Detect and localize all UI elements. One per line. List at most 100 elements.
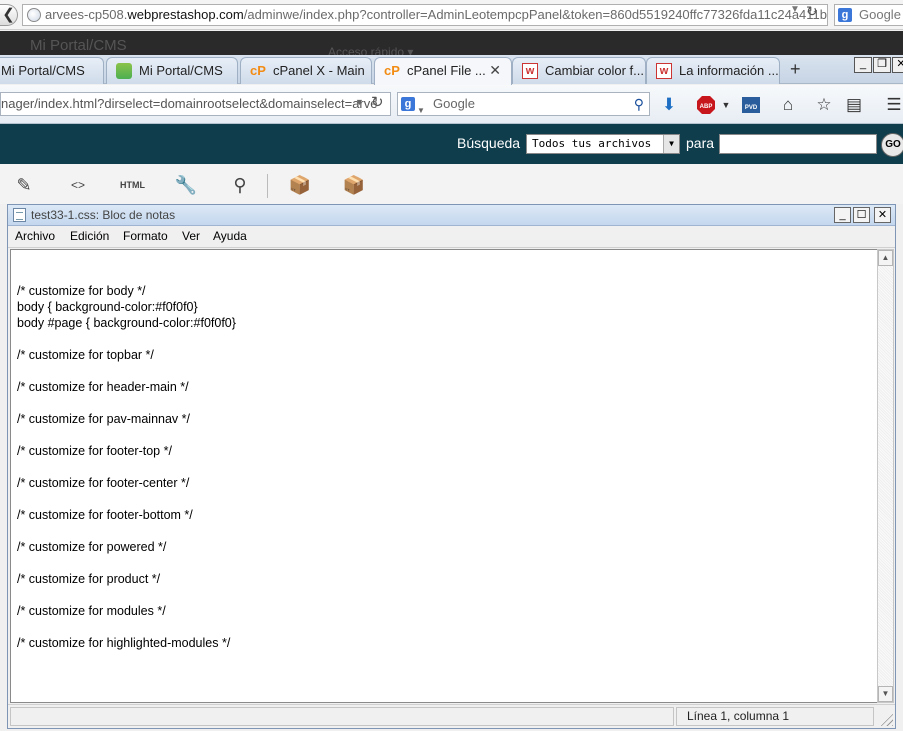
menu-ver[interactable]: Ver: [182, 229, 200, 243]
address-text: nager/index.html?dirselect=domainrootsel…: [1, 96, 378, 111]
text-line: [17, 459, 236, 475]
adblock-dropdown-icon[interactable]: ▼: [716, 95, 736, 115]
menu-edicion[interactable]: Edición: [70, 229, 109, 243]
outer-url-field[interactable]: arvees-cp508.webprestashop.com/adminwe/i…: [22, 4, 828, 26]
tab-mi-portal-2[interactable]: Mi Portal/CMS: [106, 57, 238, 84]
cursor-position: Línea 1, columna 1: [676, 707, 874, 726]
permissions-icon[interactable]: 🔧: [174, 173, 198, 197]
compress-icon[interactable]: 📦: [342, 173, 366, 197]
text-line: /* customize for body */: [17, 284, 146, 298]
text-line: [17, 555, 236, 571]
text-line: [17, 427, 236, 443]
outer-browser-urlbar: ❮ arvees-cp508.webprestashop.com/adminwe…: [0, 0, 903, 30]
outer-search-field[interactable]: g Google: [834, 4, 903, 26]
file-manager-toolbar: ✎ <> HTML 🔧 ⚲ 📦 📦: [0, 164, 903, 204]
new-tab-button[interactable]: +: [790, 59, 801, 80]
window-title: test33-1.css: Bloc de notas: [31, 208, 176, 222]
scroll-down-icon[interactable]: ▼: [878, 686, 893, 702]
text-line: [17, 363, 236, 379]
close-button[interactable]: ✕: [874, 207, 891, 223]
search-scope-select[interactable]: Todos tus archivos ▼: [526, 134, 680, 154]
tab-cpanel-file[interactable]: cP cPanel File ... ✕: [374, 57, 512, 85]
pvd-icon[interactable]: PVD: [741, 95, 761, 115]
w-icon: w: [656, 63, 672, 79]
url-path: /adminwe/index.php?controller=AdminLeote…: [243, 7, 828, 22]
chevron-down-icon: ▼: [663, 135, 679, 153]
notepad-icon: [13, 208, 26, 222]
vertical-scrollbar[interactable]: ▲ ▼: [877, 249, 894, 703]
search-engine-dropdown-icon[interactable]: ▼: [417, 100, 425, 122]
resize-grip-icon[interactable]: [879, 712, 893, 726]
code-editor-icon[interactable]: <>: [66, 173, 90, 197]
tab-mi-portal-1[interactable]: Mi Portal/CMS: [0, 57, 104, 84]
text-line: /* customize for topbar */: [17, 348, 154, 362]
search-placeholder: Google: [433, 96, 475, 111]
text-line: /* customize for highlighted-modules */: [17, 636, 231, 650]
outer-search-text: Google: [859, 7, 901, 22]
adblock-icon[interactable]: ABP: [696, 95, 716, 115]
search-label: Búsqueda: [457, 135, 521, 151]
url-host: webprestashop.com: [127, 7, 244, 22]
extract-icon[interactable]: 📦: [288, 173, 312, 197]
bookmark-star-icon[interactable]: ☆: [814, 95, 834, 115]
text-line: [17, 587, 236, 603]
status-bar-left: [10, 707, 674, 726]
notepad-window: test33-1.css: Bloc de notas _ ☐ ✕ Archiv…: [7, 204, 896, 729]
tab-close-icon[interactable]: ✕: [489, 58, 501, 82]
notepad-titlebar[interactable]: test33-1.css: Bloc de notas _ ☐ ✕: [8, 205, 895, 226]
tab-la-informacion[interactable]: w La información ...: [646, 57, 780, 84]
svg-text:ABP: ABP: [700, 104, 713, 110]
tab-cpanel-main[interactable]: cP cPanel X - Main: [240, 57, 372, 84]
menu-formato[interactable]: Formato: [123, 229, 168, 243]
reading-list-icon[interactable]: ▤: [844, 95, 864, 115]
search-term-input[interactable]: [719, 134, 877, 154]
close-window-button[interactable]: ✕: [892, 57, 903, 73]
reload-icon[interactable]: ↻: [806, 3, 818, 20]
search-input[interactable]: g ▼ Google ⚲: [397, 92, 650, 116]
text-line: [17, 331, 236, 347]
back-button[interactable]: ❮: [0, 4, 18, 26]
menu-archivo[interactable]: Archivo: [15, 229, 55, 243]
scroll-up-icon[interactable]: ▲: [878, 250, 893, 266]
view-icon[interactable]: ⚲: [228, 173, 252, 197]
tab-label: La información ...: [679, 63, 779, 78]
text-content: /* customize for body */ body { backgroun…: [17, 267, 236, 651]
text-line: [17, 491, 236, 507]
search-icon[interactable]: ⚲: [634, 93, 644, 115]
minimize-button[interactable]: _: [854, 57, 872, 73]
text-editor-area[interactable]: /* customize for body */ body { backgroun…: [10, 249, 878, 703]
text-line: /* customize for pav-mainnav */: [17, 412, 190, 426]
go-button[interactable]: GO: [881, 133, 903, 157]
text-line: /* customize for product */: [17, 572, 161, 586]
cpanel-search-bar: Búsqueda Todos tus archivos ▼ para GO: [0, 124, 903, 164]
address-dropdown-icon[interactable]: ▼: [355, 97, 364, 107]
edit-icon[interactable]: ✎: [12, 173, 36, 197]
background-page-strip: Mi Portal/CMS Acceso rápido ▾: [0, 31, 903, 55]
menu-ayuda[interactable]: Ayuda: [213, 229, 247, 243]
menu-icon[interactable]: ☰: [884, 95, 903, 115]
maximize-button[interactable]: ☐: [853, 207, 870, 223]
address-bar[interactable]: nager/index.html?dirselect=domainrootsel…: [0, 92, 391, 116]
navigation-toolbar: nager/index.html?dirselect=domainrootsel…: [0, 85, 903, 124]
tab-label: Cambiar color f...: [545, 63, 644, 78]
search-scope-value: Todos tus archivos: [532, 137, 652, 150]
html-editor-icon[interactable]: HTML: [120, 173, 145, 197]
tab-cambiar-color[interactable]: w Cambiar color f...: [512, 57, 646, 84]
tab-label: Mi Portal/CMS: [139, 63, 223, 78]
home-icon[interactable]: ⌂: [778, 95, 798, 115]
svg-text:PVD: PVD: [745, 105, 758, 111]
tab-label: Mi Portal/CMS: [1, 63, 85, 78]
download-icon[interactable]: ⬇: [659, 95, 679, 115]
text-line: /* customize for header-main */: [17, 380, 189, 394]
globe-icon: [27, 8, 41, 22]
reload-icon[interactable]: ↻: [371, 93, 384, 111]
text-line: /* customize for footer-bottom */: [17, 508, 193, 522]
text-line: /* customize for footer-top */: [17, 444, 172, 458]
url-dropdown-icon[interactable]: ▼: [790, 4, 800, 15]
minimize-button[interactable]: _: [834, 207, 851, 223]
tab-label: cPanel X - Main: [273, 63, 365, 78]
text-line: [17, 267, 236, 283]
restore-button[interactable]: ❐: [873, 57, 891, 73]
text-line: /* customize for footer-center */: [17, 476, 190, 490]
text-line: [17, 619, 236, 635]
